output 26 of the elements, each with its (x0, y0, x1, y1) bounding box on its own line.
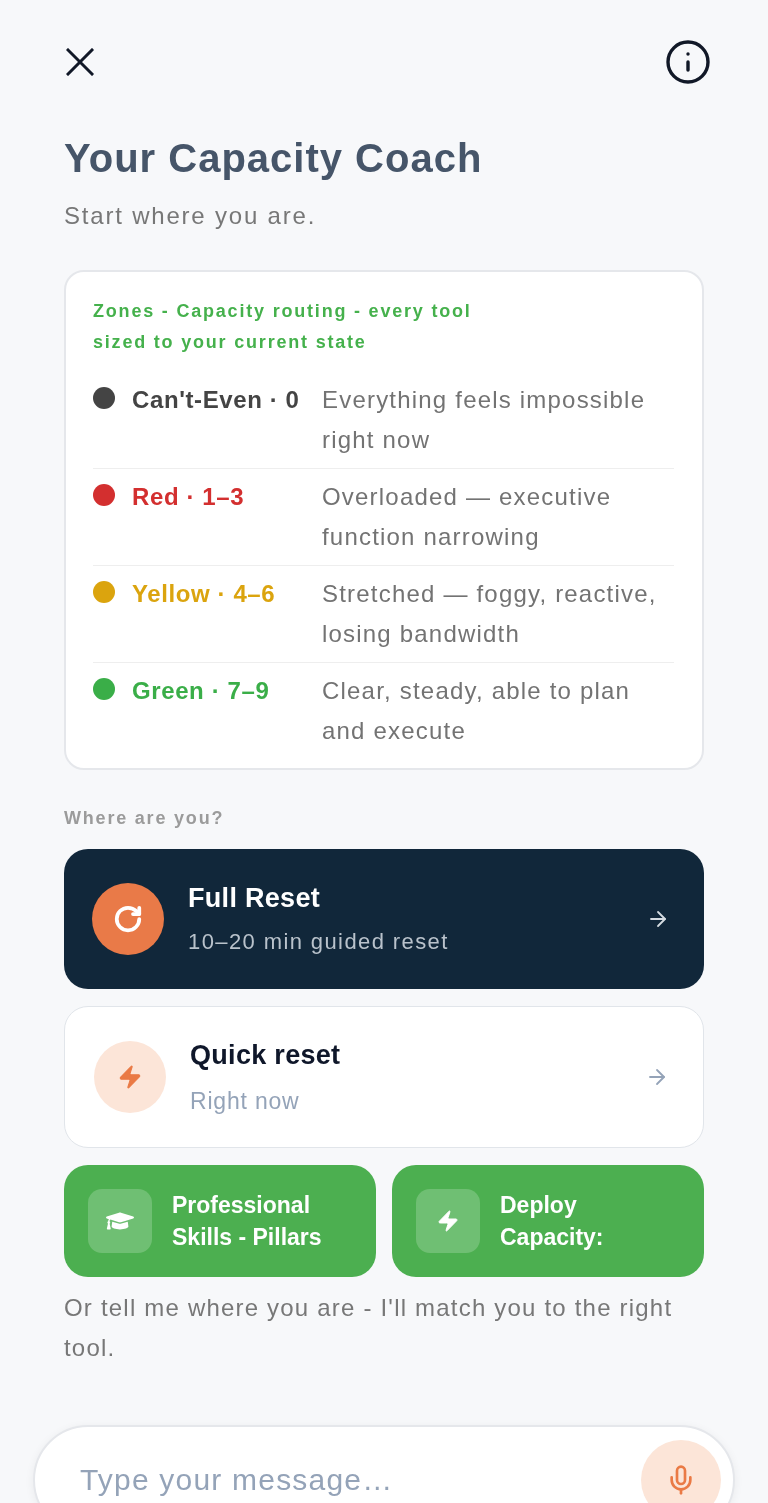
zone-label: Green · 7–9 (132, 676, 271, 706)
zone-label: Yellow · 4–6 (132, 579, 277, 609)
zone-description: Stretched — foggy, reactive, losing bandwidth (322, 579, 658, 649)
reset-option-card[interactable]: Full Reset 10–20 min guided reset (64, 849, 704, 989)
graduation-cap-icon (88, 1189, 152, 1253)
info-button[interactable] (664, 38, 712, 86)
message-field[interactable]: Type your message… (33, 1425, 735, 1503)
lightning-bolt-icon (416, 1189, 480, 1253)
microphone-button[interactable] (641, 1440, 721, 1503)
zone-label: Red · 1–3 (132, 482, 246, 512)
message-input[interactable]: Type your message… (80, 1460, 641, 1500)
zone-label: Can't-Even · 0 (132, 385, 301, 415)
reset-option-card[interactable]: Quick reset Right now (64, 1006, 704, 1148)
option-subtitle: 10–20 min guided reset (188, 928, 450, 956)
close-button[interactable] (66, 48, 94, 76)
zone-description: Clear, steady, able to plan and execute (322, 676, 632, 746)
option-title: Quick reset (190, 1039, 342, 1072)
zone-description: Overloaded — executive function narrowing (322, 482, 613, 552)
hint-text: Or tell me where you are - I'll match you to the right tool. (64, 1293, 674, 1363)
section-label: Where are you? (64, 807, 226, 830)
zone-description: Everything feels impossible right now (322, 385, 647, 455)
zones-heading: Zones - Capacity routing - every tool sized to your current state (93, 300, 473, 354)
page-title: Your Capacity Coach (64, 135, 484, 182)
page-subtitle: Start where you are. (64, 201, 318, 231)
option-subtitle: Right now (190, 1087, 301, 1116)
option-title: Full Reset (188, 882, 322, 915)
